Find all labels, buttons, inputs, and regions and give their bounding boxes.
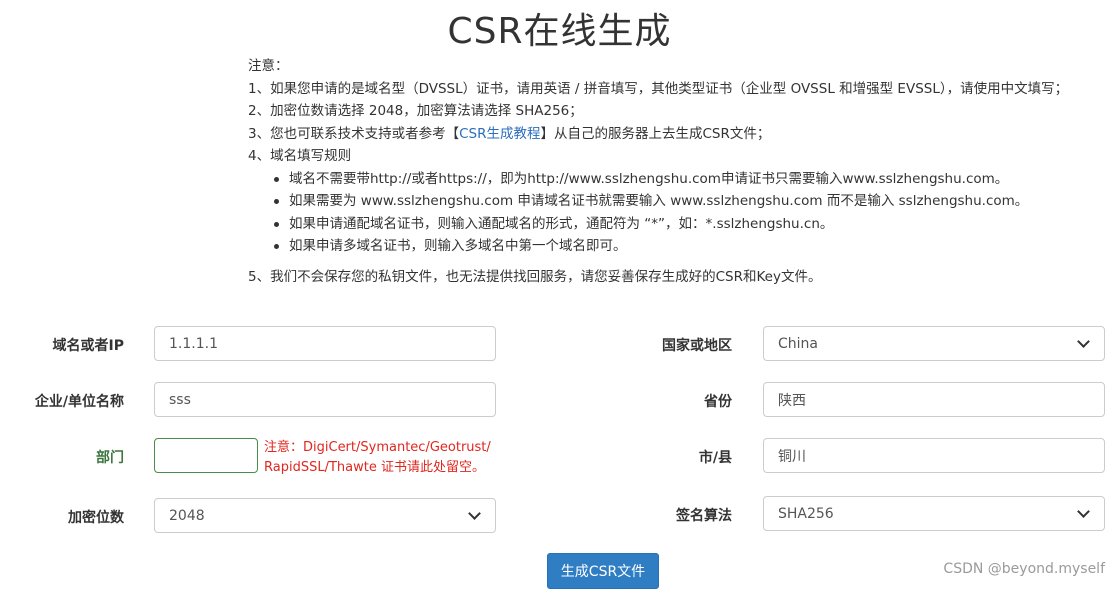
note-item-2: 2、加密位数请选择 2048，加密算法请选择 SHA256； xyxy=(248,103,583,119)
key-bits-value: 2048 xyxy=(169,507,205,524)
province-input[interactable] xyxy=(763,382,1105,417)
country-label: 国家或地区 xyxy=(662,338,732,354)
chevron-down-icon xyxy=(1077,505,1090,518)
department-warning-line-1: 注意：DigiCert/Symantec/Geotrust/ xyxy=(264,440,491,455)
domain-rules-list: 域名不需要带http://或者https://，即为http://www.ssl… xyxy=(248,168,1108,258)
country-value: China xyxy=(778,335,818,352)
domain-rule-item: 域名不需要带http://或者https://，即为http://www.ssl… xyxy=(272,168,1108,191)
company-input[interactable] xyxy=(154,382,496,417)
key-bits-select[interactable]: 2048 xyxy=(154,498,496,533)
note-item-3-prefix: 3、您也可联系技术支持或者参考【 xyxy=(248,125,460,142)
domain-rule-item: 如果申请通配域名证书，则输入通配域名的形式，通配符为 “*”，如：*.sslzh… xyxy=(272,213,1108,236)
key-bits-label: 加密位数 xyxy=(68,510,124,526)
note-item-3: 3、您也可联系技术支持或者参考【CSR生成教程】从自己的服务器上去生成CSR文件… xyxy=(248,123,1108,146)
note-item-4: 4、域名填写规则 xyxy=(248,148,352,164)
notes-heading: 注意： xyxy=(248,58,289,74)
domain-input[interactable] xyxy=(154,326,496,361)
generate-csr-button[interactable]: 生成CSR文件 xyxy=(547,553,659,589)
note-item-3-suffix: 】从自己的服务器上去生成CSR文件； xyxy=(540,125,771,142)
city-input[interactable] xyxy=(763,438,1105,473)
note-item-1: 1、如果您申请的是域名型（DVSSL）证书，请用英语 / 拼音填写，其他类型证书… xyxy=(248,80,1069,97)
department-warning: 注意：DigiCert/Symantec/Geotrust/ RapidSSL/… xyxy=(264,438,491,478)
watermark: CSDN @beyond.myself xyxy=(943,561,1105,577)
department-input[interactable] xyxy=(154,438,258,473)
page-title: CSR在线生成 xyxy=(447,11,672,52)
csr-tutorial-link[interactable]: CSR生成教程 xyxy=(459,126,540,142)
note-item-5: 5、我们不会保存您的私钥文件，也无法提供找回服务，请您妥善保存生成好的CSR和K… xyxy=(248,268,822,285)
country-select[interactable]: China xyxy=(763,326,1105,361)
notes-panel: 注意： 1、如果您申请的是域名型（DVSSL）证书，请用英语 / 拼音填写，其他… xyxy=(248,55,1108,288)
domain-label: 域名或者IP xyxy=(52,338,124,354)
domain-rule-item: 如果申请多域名证书，则输入多域名中第一个域名即可。 xyxy=(272,235,1108,258)
domain-rule-item: 如果需要为 www.sslzhengshu.com 申请域名证书就需要输入 ww… xyxy=(272,190,1108,213)
province-label: 省份 xyxy=(704,394,732,410)
department-label: 部门 xyxy=(96,450,124,466)
sign-algo-label: 签名算法 xyxy=(676,508,732,524)
sign-algo-select[interactable]: SHA256 xyxy=(763,496,1105,531)
chevron-down-icon xyxy=(1077,335,1090,348)
department-warning-line-2: RapidSSL/Thawte 证书请此处留空。 xyxy=(264,460,485,475)
company-label: 企业/单位名称 xyxy=(34,394,124,410)
city-label: 市/县 xyxy=(698,450,732,466)
sign-algo-value: SHA256 xyxy=(778,505,834,522)
chevron-down-icon xyxy=(468,507,481,520)
